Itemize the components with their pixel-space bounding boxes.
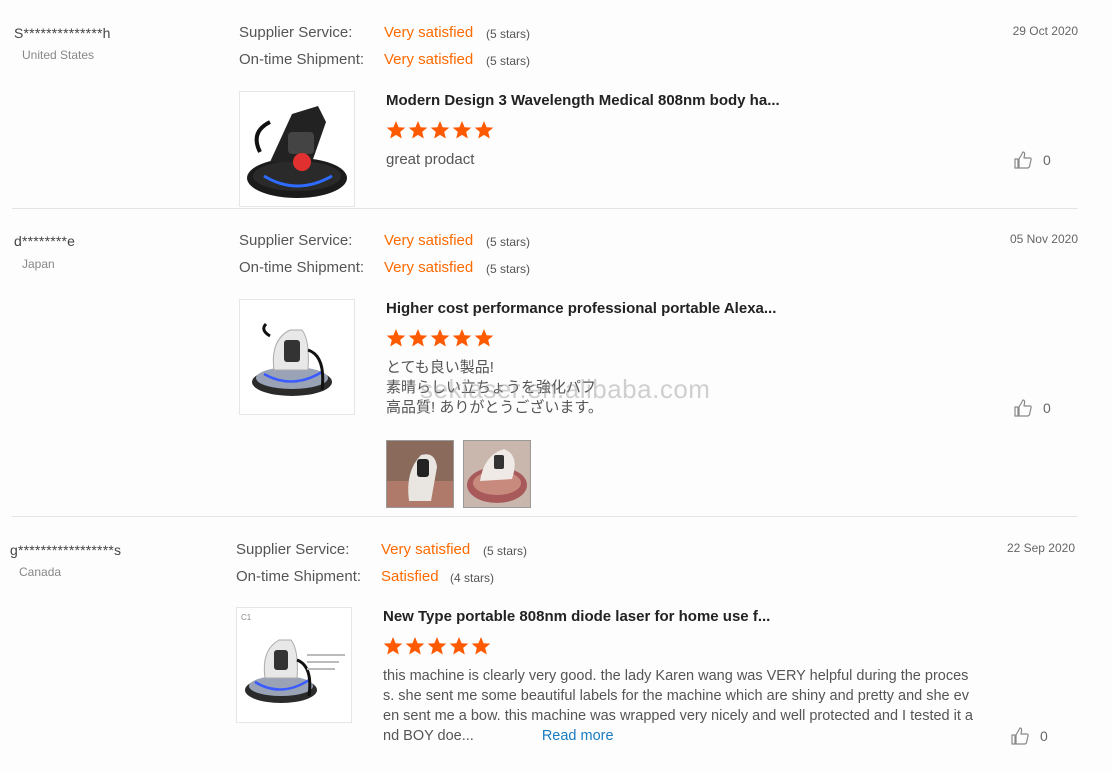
supplier-service-value: Very satisfied bbox=[381, 541, 471, 558]
supplier-service-label: Supplier Service: bbox=[236, 541, 350, 558]
star-icon bbox=[383, 637, 491, 655]
divider bbox=[12, 516, 1078, 517]
thumbs-up-icon bbox=[1011, 727, 1029, 745]
like-button[interactable]: 0 bbox=[1013, 398, 1051, 418]
buyer-country: Canada bbox=[19, 565, 62, 579]
review-text: this machine is clearly very good. the l… bbox=[383, 666, 1023, 746]
thumbs-up-icon bbox=[1014, 399, 1032, 417]
shipment-label: On-time Shipment: bbox=[236, 568, 362, 585]
star-icon bbox=[386, 121, 494, 139]
review-text-line: en sent me a bow. this machine was wrapp… bbox=[383, 708, 973, 724]
review-photo[interactable] bbox=[386, 440, 454, 508]
star-icon bbox=[386, 329, 494, 347]
like-count: 0 bbox=[1040, 728, 1048, 744]
like-count: 0 bbox=[1043, 152, 1051, 168]
review-text-line: this machine is clearly very good. the l… bbox=[383, 668, 969, 684]
shipment-value: Satisfied bbox=[381, 568, 439, 585]
like-button[interactable]: 0 bbox=[1010, 726, 1048, 746]
product-thumbnail[interactable] bbox=[239, 91, 355, 207]
shipment-stars: (5 stars) bbox=[486, 262, 531, 276]
review-text: great prodact bbox=[386, 151, 475, 168]
supplier-service-value: Very satisfied bbox=[384, 24, 474, 41]
rating-stars bbox=[383, 636, 493, 656]
shipment-label: On-time Shipment: bbox=[239, 259, 365, 276]
shipment-label: On-time Shipment: bbox=[239, 51, 365, 68]
review-date: 22 Sep 2020 bbox=[1006, 541, 1075, 555]
rating-stars bbox=[386, 328, 496, 348]
supplier-service-stars: (5 stars) bbox=[483, 544, 528, 558]
product-thumbnail[interactable]: C1 bbox=[236, 607, 352, 723]
shipment-value: Very satisfied bbox=[384, 259, 474, 276]
supplier-service-stars: (5 stars) bbox=[486, 235, 531, 249]
review-text-line: nd BOY doe... Read more bbox=[383, 726, 1023, 746]
supplier-service-stars: (5 stars) bbox=[486, 27, 531, 41]
watermark: sekiaser.en.alibaba.com bbox=[420, 374, 711, 404]
review-text-line: s. she sent me some beautiful labels for… bbox=[383, 688, 969, 704]
svg-text:C1: C1 bbox=[241, 613, 252, 622]
shipment-stars: (4 stars) bbox=[450, 571, 495, 585]
product-title[interactable]: Modern Design 3 Wavelength Medical 808nm… bbox=[386, 92, 780, 109]
review-date: 29 Oct 2020 bbox=[1012, 24, 1078, 38]
buyer-country: United States bbox=[22, 48, 95, 62]
thumbs-up-icon bbox=[1014, 151, 1032, 169]
buyer-country: Japan bbox=[22, 257, 55, 271]
product-title[interactable]: New Type portable 808nm diode laser for … bbox=[383, 608, 770, 625]
review-photo[interactable] bbox=[463, 440, 531, 508]
like-count: 0 bbox=[1043, 400, 1051, 416]
supplier-service-label: Supplier Service: bbox=[239, 232, 353, 249]
rating-stars bbox=[386, 120, 496, 140]
product-thumbnail[interactable] bbox=[239, 299, 355, 415]
review-text-tail: nd BOY doe... bbox=[383, 728, 474, 744]
buyer-name: d********e bbox=[14, 233, 76, 249]
product-title[interactable]: Higher cost performance professional por… bbox=[386, 300, 776, 317]
supplier-service-label: Supplier Service: bbox=[239, 24, 353, 41]
review-date: 05 Nov 2020 bbox=[1009, 232, 1078, 246]
divider bbox=[12, 208, 1078, 209]
shipment-value: Very satisfied bbox=[384, 51, 474, 68]
supplier-service-value: Very satisfied bbox=[384, 232, 474, 249]
read-more-link[interactable]: Read more bbox=[542, 728, 614, 744]
buyer-name: g*****************s bbox=[10, 542, 122, 558]
buyer-name: S**************h bbox=[14, 25, 111, 41]
like-button[interactable]: 0 bbox=[1013, 150, 1051, 170]
shipment-stars: (5 stars) bbox=[486, 54, 531, 68]
